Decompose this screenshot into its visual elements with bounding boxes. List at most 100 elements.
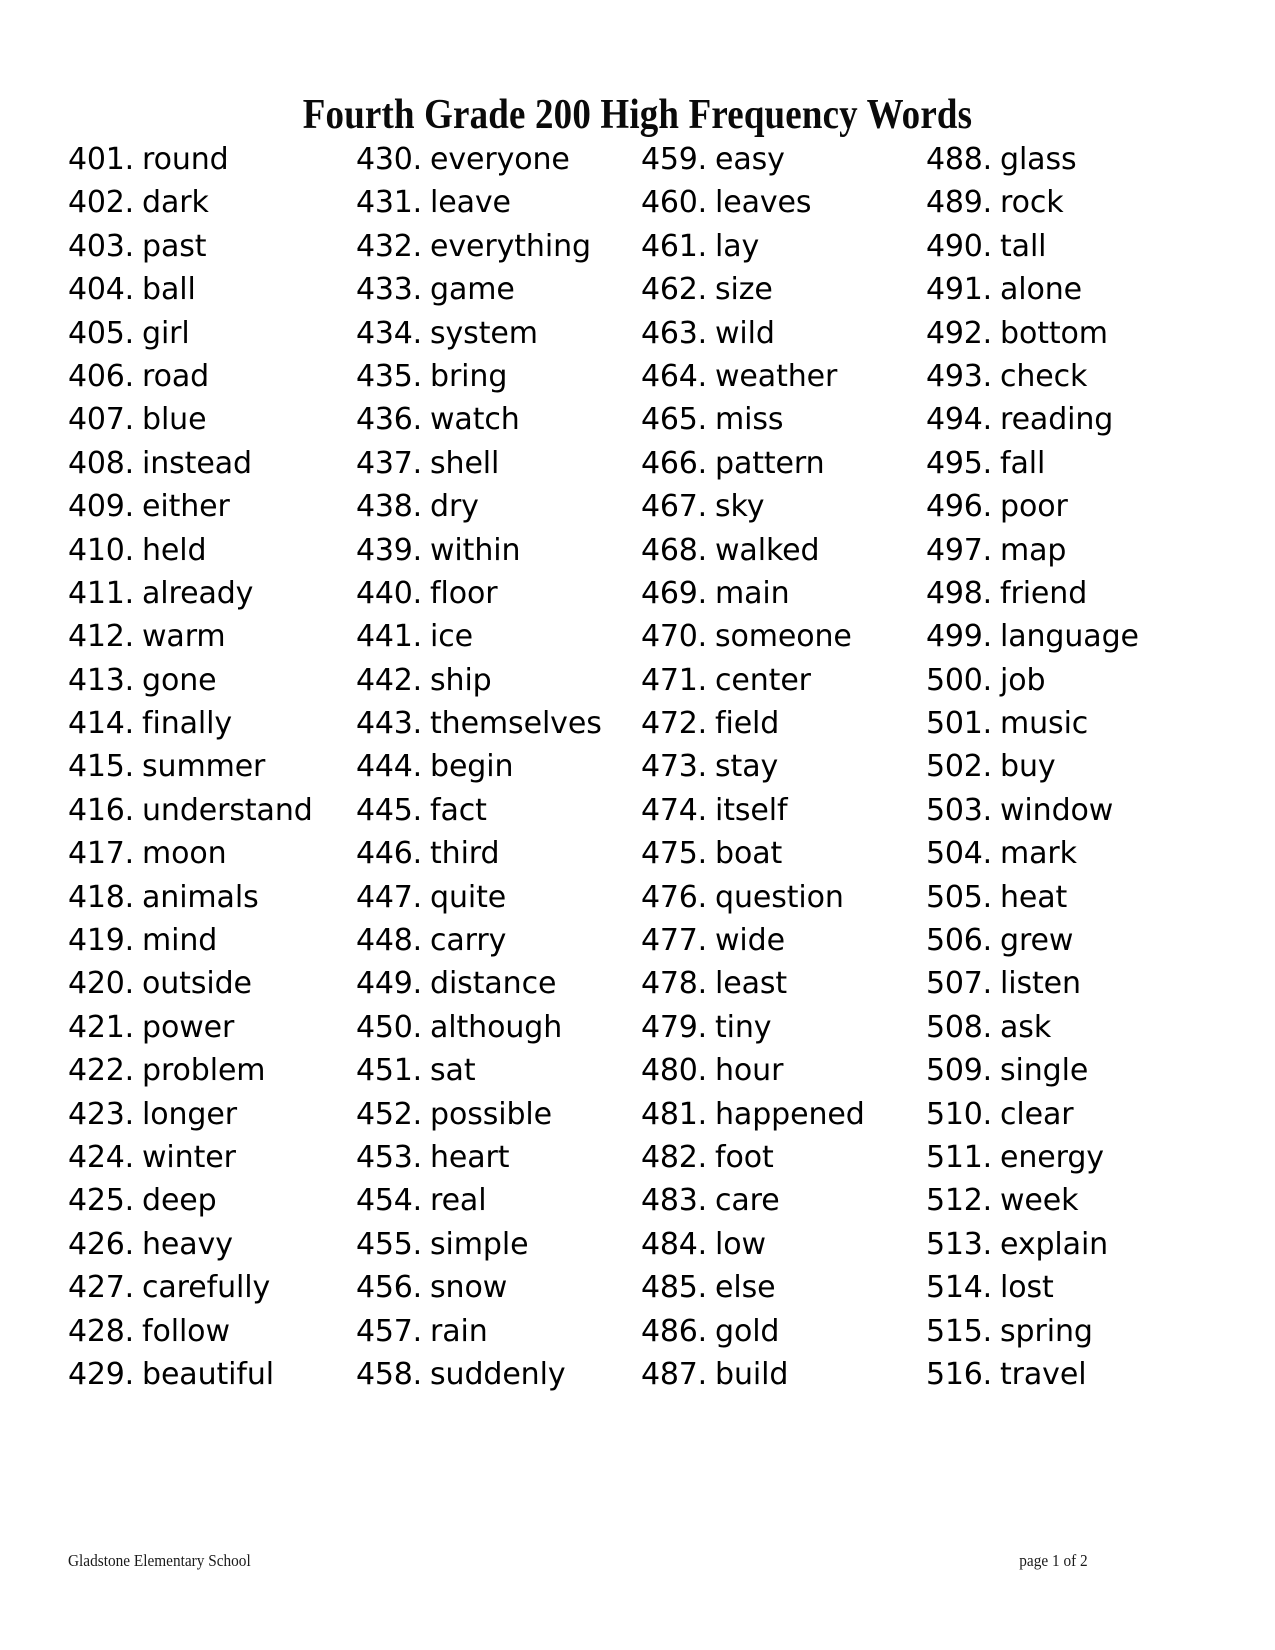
word-entry: 474. itself: [641, 789, 926, 832]
word-text: energy: [1000, 1139, 1104, 1175]
word-number: 439.: [356, 532, 422, 568]
word-text: system: [430, 315, 538, 351]
word-text: fact: [430, 792, 487, 828]
word-text: leave: [430, 185, 511, 221]
word-number: 505.: [926, 879, 992, 915]
word-number: 477.: [641, 923, 707, 959]
word-number: 484.: [641, 1226, 707, 1262]
word-text: clear: [1000, 1096, 1074, 1132]
word-number: 516.: [926, 1356, 992, 1392]
word-entry: 449. distance: [356, 962, 641, 1005]
word-entry: 458. suddenly: [356, 1353, 641, 1396]
word-entry: 492. bottom: [926, 312, 1208, 355]
word-number: 470.: [641, 619, 707, 655]
word-entry: 419. mind: [68, 919, 356, 962]
word-number: 454.: [356, 1183, 422, 1219]
word-entry: 507. listen: [926, 962, 1208, 1005]
word-text: least: [715, 966, 788, 1002]
word-number: 418.: [68, 879, 134, 915]
word-entry: 424. winter: [68, 1136, 356, 1179]
word-entry: 502. buy: [926, 745, 1208, 788]
word-text: either: [142, 489, 230, 525]
word-text: follow: [142, 1313, 230, 1349]
word-text: round: [142, 142, 229, 177]
word-entry: 403. past: [68, 225, 356, 268]
word-number: 507.: [926, 966, 992, 1002]
word-entry: 468. walked: [641, 529, 926, 572]
word-number: 464.: [641, 358, 707, 394]
word-entry: 515. spring: [926, 1310, 1208, 1353]
word-number: 462.: [641, 272, 707, 308]
word-number: 466.: [641, 445, 707, 481]
word-text: glass: [1000, 142, 1077, 177]
word-entry: 506. grew: [926, 919, 1208, 962]
word-number: 479.: [641, 1009, 707, 1045]
word-entry: 441. ice: [356, 615, 641, 658]
word-number: 468.: [641, 532, 707, 568]
word-text: grew: [1000, 923, 1074, 959]
word-number: 488.: [926, 142, 992, 177]
word-number: 431.: [356, 185, 422, 221]
word-entry: 490. tall: [926, 225, 1208, 268]
word-entry: 460. leaves: [641, 181, 926, 224]
word-entry: 480. hour: [641, 1049, 926, 1092]
word-entry: 421. power: [68, 1006, 356, 1049]
word-text: real: [430, 1183, 487, 1219]
word-entry: 418. animals: [68, 876, 356, 919]
word-entry: 420. outside: [68, 962, 356, 1005]
word-entry: 496. poor: [926, 485, 1208, 528]
word-text: past: [142, 228, 207, 264]
word-text: rock: [1000, 185, 1064, 221]
word-number: 461.: [641, 228, 707, 264]
word-entry: 444. begin: [356, 745, 641, 788]
word-text: gold: [715, 1313, 780, 1349]
word-number: 471.: [641, 662, 707, 698]
word-entry: 486. gold: [641, 1310, 926, 1353]
word-text: else: [715, 1270, 776, 1306]
word-text: finally: [142, 706, 233, 742]
word-entry: 430. everyone: [356, 138, 641, 181]
word-text: foot: [715, 1139, 774, 1175]
word-entry: 407. blue: [68, 398, 356, 441]
word-entry: 447. quite: [356, 876, 641, 919]
word-number: 463.: [641, 315, 707, 351]
word-text: animals: [142, 879, 259, 915]
word-entry: 437. shell: [356, 442, 641, 485]
word-number: 492.: [926, 315, 992, 351]
word-text: care: [715, 1183, 780, 1219]
word-entry: 427. carefully: [68, 1266, 356, 1309]
word-entry: 516. travel: [926, 1353, 1208, 1396]
word-number: 408.: [68, 445, 134, 481]
word-entry: 425. deep: [68, 1179, 356, 1222]
word-text: low: [715, 1226, 766, 1262]
word-text: reading: [1000, 402, 1114, 438]
word-number: 497.: [926, 532, 992, 568]
word-text: mind: [142, 923, 218, 959]
word-entry: 513. explain: [926, 1223, 1208, 1266]
word-entry: 514. lost: [926, 1266, 1208, 1309]
word-text: ball: [142, 272, 196, 308]
word-text: begin: [430, 749, 514, 785]
word-number: 503.: [926, 792, 992, 828]
word-entry: 453. heart: [356, 1136, 641, 1179]
word-text: heat: [1000, 879, 1068, 915]
word-number: 427.: [68, 1270, 134, 1306]
word-number: 444.: [356, 749, 422, 785]
word-entry: 471. center: [641, 659, 926, 702]
word-entry: 414. finally: [68, 702, 356, 745]
word-number: 414.: [68, 706, 134, 742]
word-entry: 462. size: [641, 268, 926, 311]
word-number: 445.: [356, 792, 422, 828]
word-entry: 429. beautiful: [68, 1353, 356, 1396]
word-text: shell: [430, 445, 500, 481]
word-text: travel: [1000, 1356, 1087, 1392]
word-text: although: [430, 1009, 563, 1045]
word-entry: 488. glass: [926, 138, 1208, 181]
word-number: 487.: [641, 1356, 707, 1392]
word-entry: 439. within: [356, 529, 641, 572]
word-entry: 498. friend: [926, 572, 1208, 615]
word-number: 506.: [926, 923, 992, 959]
word-number: 417.: [68, 836, 134, 872]
word-text: build: [715, 1356, 789, 1392]
word-entry: 451. sat: [356, 1049, 641, 1092]
